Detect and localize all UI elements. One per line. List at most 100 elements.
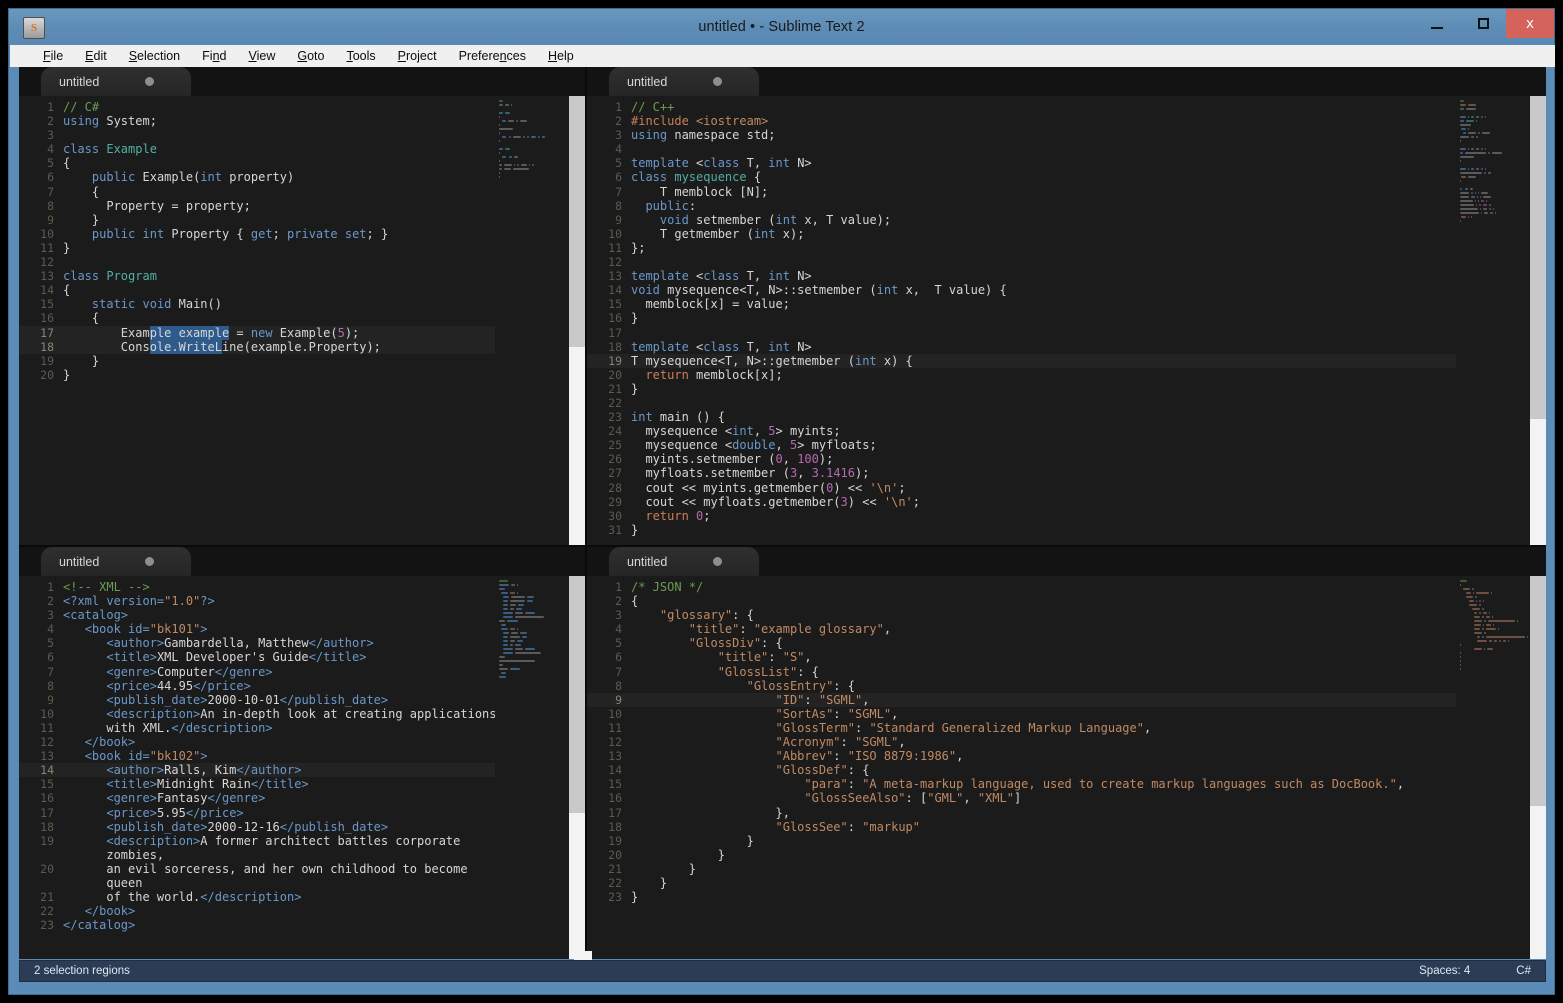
- code-line[interactable]: 16}: [587, 311, 1546, 325]
- minimize-button[interactable]: [1414, 9, 1460, 38]
- code-line[interactable]: 19 }: [587, 834, 1546, 848]
- code-line[interactable]: 14 <author>Ralls, Kim</author>: [19, 763, 585, 778]
- code-line[interactable]: 21 of the world.</description>: [19, 890, 585, 904]
- code-line[interactable]: 19 }: [19, 354, 585, 368]
- code-line[interactable]: 6 <title>XML Developer's Guide</title>: [19, 650, 585, 664]
- code-line[interactable]: 11};: [587, 241, 1546, 255]
- scrollbar-thumb[interactable]: [569, 96, 585, 348]
- code-line[interactable]: 23 </catalog>: [19, 918, 585, 932]
- code-line[interactable]: 4 "title": "example glossary",: [587, 622, 1546, 636]
- code-line[interactable]: 2{: [587, 594, 1546, 608]
- code-line[interactable]: 28 cout << myints.getmember(0) << '\n';: [587, 481, 1546, 495]
- tab-dirty-indicator-icon[interactable]: [713, 77, 723, 86]
- code-line[interactable]: 18 <publish_date>2000-12-16</publish_dat…: [19, 820, 585, 834]
- code-line[interactable]: zombies,: [19, 848, 585, 862]
- code-line[interactable]: 22 </book>: [19, 904, 585, 918]
- code-area-csharp[interactable]: 1// C# 2 using System; 3 4 class Example 5{6 p…: [19, 96, 585, 545]
- menu-item-file[interactable]: File: [32, 45, 74, 67]
- code-line[interactable]: 15 static void Main(): [19, 297, 585, 311]
- code-line[interactable]: 5 <author>Gambardella, Matthew</author>: [19, 636, 585, 650]
- code-line[interactable]: 26 myints.setmember (0, 100);: [587, 452, 1546, 466]
- menu-item-find[interactable]: Find: [191, 45, 237, 67]
- code-line[interactable]: 10 "SortAs": "SGML",: [587, 707, 1546, 721]
- code-line[interactable]: queen: [19, 876, 585, 890]
- close-button[interactable]: x: [1506, 9, 1554, 38]
- code-line[interactable]: 15 <title>Midnight Rain</title>: [19, 777, 585, 791]
- code-line[interactable]: 20}: [19, 368, 585, 382]
- code-area-json[interactable]: 1/* JSON */2{3 "glossary": {4 "title": "…: [587, 576, 1546, 959]
- code-line[interactable]: 17: [587, 326, 1546, 340]
- code-line[interactable]: 4 <book id="bk101">: [19, 622, 585, 636]
- scrollbar-thumb[interactable]: [1530, 576, 1546, 806]
- tab-dirty-indicator-icon[interactable]: [145, 77, 155, 86]
- horizontal-scrollbar-nub[interactable]: [574, 951, 592, 960]
- code-line[interactable]: 9 <publish_date>2000-10-01</publish_date…: [19, 693, 585, 707]
- code-line[interactable]: 20 return memblock[x];: [587, 368, 1546, 382]
- menu-item-preferences[interactable]: Preferences: [448, 45, 537, 67]
- code-line[interactable]: 23}: [587, 890, 1546, 904]
- code-line[interactable]: 2 using System;: [19, 114, 585, 128]
- menu-item-view[interactable]: View: [237, 45, 286, 67]
- code-line[interactable]: 14 {: [19, 283, 585, 297]
- code-viewport-cpp[interactable]: 1 // C++ 2 #include <iostream> 3 using namesp…: [587, 96, 1546, 545]
- code-line[interactable]: 24 mysequence <int, 5> myints;: [587, 424, 1546, 438]
- code-line[interactable]: 11 with XML.</description>: [19, 721, 585, 735]
- code-line[interactable]: 13 class Program: [19, 269, 585, 283]
- menu-item-project[interactable]: Project: [387, 45, 448, 67]
- code-line[interactable]: 13 <book id="bk102">: [19, 749, 585, 763]
- tab-csharp[interactable]: untitled: [41, 67, 191, 96]
- editor-pane-cpp[interactable]: untitled 1 // C++ 2 #include <iostream> 3 usin…: [587, 67, 1546, 547]
- code-line[interactable]: 5{: [19, 156, 585, 170]
- code-line[interactable]: 1 <!-- XML -->: [19, 580, 585, 594]
- code-line[interactable]: 12: [19, 255, 585, 269]
- vertical-scrollbar-cpp[interactable]: [1530, 96, 1546, 545]
- code-line[interactable]: 10 public int Property { get; private se…: [19, 227, 585, 241]
- code-viewport-xml[interactable]: 1 <!-- XML --> 2 <?xml version="1.0"?> 3 <cat…: [19, 576, 585, 959]
- code-line[interactable]: 6 class mysequence {: [587, 170, 1546, 184]
- tab-cpp[interactable]: untitled: [609, 67, 759, 96]
- tab-dirty-indicator-icon[interactable]: [145, 557, 155, 566]
- code-line[interactable]: 4: [587, 142, 1546, 156]
- code-line[interactable]: 25 mysequence <double, 5> myfloats;: [587, 438, 1546, 452]
- code-viewport-csharp[interactable]: 1// C# 2 using System; 3 4 class Example 5{6 p…: [19, 96, 585, 545]
- status-syntax[interactable]: C#: [1516, 965, 1531, 977]
- code-area-xml[interactable]: 1 <!-- XML --> 2 <?xml version="1.0"?> 3 <cat…: [19, 576, 585, 959]
- code-line[interactable]: 5 "GlossDiv": {: [587, 636, 1546, 650]
- tab-xml[interactable]: untitled: [41, 547, 191, 576]
- code-area-cpp[interactable]: 1 // C++ 2 #include <iostream> 3 using namesp…: [587, 96, 1546, 545]
- code-line[interactable]: 1 /* JSON */: [587, 580, 1546, 594]
- code-line[interactable]: 19 <description>A former architect battl…: [19, 834, 585, 848]
- editor-pane-json[interactable]: untitled 1/* JSON */2{3 "glossary": {4 "t…: [587, 547, 1546, 959]
- menu-item-help[interactable]: Help: [537, 45, 585, 67]
- code-line[interactable]: 16 {: [19, 311, 585, 325]
- scrollbar-thumb[interactable]: [569, 576, 585, 814]
- tab-json[interactable]: untitled: [609, 547, 759, 576]
- editor-pane-csharp[interactable]: untitled 1 // C# 2 using System; 3 4 class Exam…: [19, 67, 587, 547]
- code-line[interactable]: 8 <price>44.95</price>: [19, 679, 585, 693]
- code-line[interactable]: 7 "GlossList": {: [587, 665, 1546, 679]
- code-line[interactable]: 8 "GlossEntry": {: [587, 679, 1546, 693]
- code-line[interactable]: 29 cout << myfloats.getmember(3) << '\n'…: [587, 495, 1546, 509]
- code-line[interactable]: 11 "GlossTerm": "Standard Generalized Ma…: [587, 721, 1546, 735]
- code-line[interactable]: 16 "GlossSeeAlso": ["GML", "XML"]: [587, 791, 1546, 805]
- code-line[interactable]: 5 template <class T, int N>: [587, 156, 1546, 170]
- code-line[interactable]: 9 void setmember (int x, T value);: [587, 213, 1546, 227]
- code-line[interactable]: 6 public Example(int property): [19, 170, 585, 184]
- code-line[interactable]: 10 <description>An in-depth look at crea…: [19, 707, 585, 721]
- code-line[interactable]: 3 using namespace std;: [587, 128, 1546, 142]
- title-bar[interactable]: S untitled • - Sublime Text 2 x: [9, 9, 1554, 45]
- vertical-scrollbar-json[interactable]: [1530, 576, 1546, 959]
- vertical-scrollbar-csharp[interactable]: [569, 96, 585, 545]
- code-line[interactable]: 18 "GlossSee": "markup": [587, 820, 1546, 834]
- code-line[interactable]: 15 "para": "A meta-markup language, used…: [587, 777, 1546, 791]
- code-line[interactable]: 2 #include <iostream>: [587, 114, 1546, 128]
- code-line[interactable]: 8 public:: [587, 199, 1546, 213]
- code-line[interactable]: 20 an evil sorceress, and her own childh…: [19, 862, 585, 876]
- code-line[interactable]: 7 <genre>Computer</genre>: [19, 665, 585, 679]
- code-line[interactable]: 18 template <class T, int N>: [587, 340, 1546, 354]
- scrollbar-thumb[interactable]: [1530, 96, 1546, 420]
- code-line[interactable]: 19 T mysequence<T, N>::getmember (int x) …: [587, 353, 1546, 368]
- code-line[interactable]: 2 <?xml version="1.0"?>: [19, 594, 585, 608]
- code-line[interactable]: 17 <price>5.95</price>: [19, 806, 585, 820]
- tab-dirty-indicator-icon[interactable]: [713, 557, 723, 566]
